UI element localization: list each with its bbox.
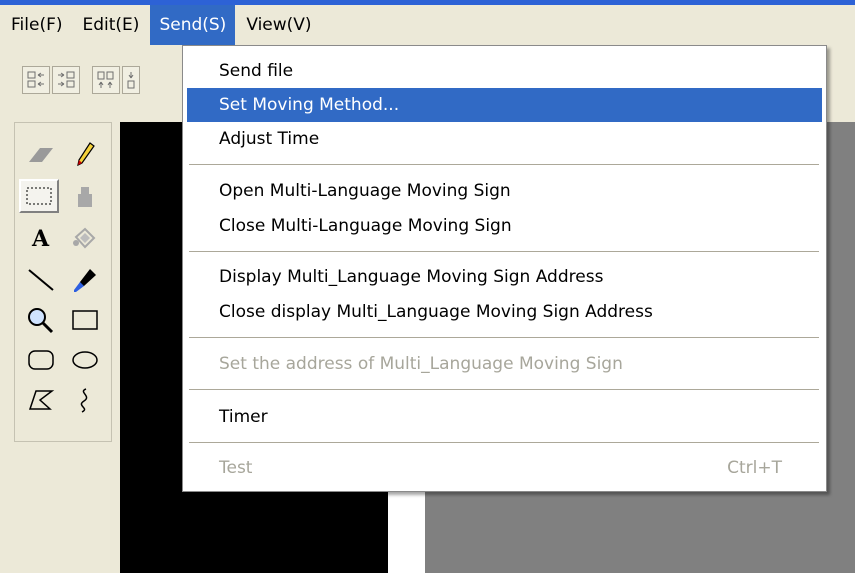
menu-separator bbox=[189, 251, 819, 253]
airbrush-icon bbox=[78, 187, 92, 207]
tool-rounded-rect[interactable] bbox=[21, 343, 61, 377]
menu-bar: File(F) Edit(E) Send(S) View(V) bbox=[0, 5, 855, 45]
menu-item-test: Test Ctrl+T bbox=[187, 451, 822, 485]
menu-item-send-file[interactable]: Send file bbox=[187, 54, 822, 88]
menu-item-close-display-sign-address[interactable]: Close display Multi_Language Moving Sign… bbox=[187, 295, 822, 329]
tool-rectangle[interactable] bbox=[65, 303, 105, 337]
menu-item-adjust-time[interactable]: Adjust Time bbox=[187, 122, 822, 156]
align-toolbar bbox=[0, 56, 190, 106]
tool-palette: A bbox=[14, 122, 112, 442]
tool-fill[interactable] bbox=[65, 221, 105, 255]
menu-item-set-moving-method[interactable]: Set Moving Method... bbox=[187, 88, 822, 122]
text-icon: A bbox=[31, 226, 50, 251]
align-top-icon bbox=[97, 71, 114, 88]
align-bottom-button[interactable] bbox=[122, 66, 140, 94]
align-right-button[interactable] bbox=[52, 66, 80, 94]
tool-line[interactable] bbox=[21, 263, 61, 297]
menu-send[interactable]: Send(S) bbox=[150, 5, 236, 45]
tool-polygon[interactable] bbox=[21, 383, 61, 417]
menu-item-set-sign-address: Set the address of Multi_Language Moving… bbox=[219, 354, 623, 374]
menu-separator bbox=[189, 442, 819, 444]
eraser-icon bbox=[29, 148, 53, 162]
tool-ellipse[interactable] bbox=[65, 343, 105, 377]
align-top-button[interactable] bbox=[92, 66, 120, 94]
menu-view[interactable]: View(V) bbox=[237, 5, 320, 45]
tool-eraser[interactable] bbox=[21, 137, 61, 171]
menu-item-timer[interactable]: Timer bbox=[187, 400, 822, 434]
menu-item-test-label: Test bbox=[219, 458, 253, 478]
rect-select-icon bbox=[26, 187, 52, 205]
tool-rect-select[interactable] bbox=[19, 179, 59, 213]
pencil-icon bbox=[77, 142, 95, 167]
ellipse-icon bbox=[72, 351, 98, 369]
color-picker-icon bbox=[74, 269, 96, 292]
menu-separator bbox=[189, 164, 819, 166]
rectangle-icon bbox=[72, 310, 98, 330]
menu-separator bbox=[189, 389, 819, 391]
menu-item-test-shortcut: Ctrl+T bbox=[727, 458, 782, 478]
fill-icon bbox=[73, 227, 96, 249]
svg-text:A: A bbox=[31, 226, 50, 251]
curve-icon bbox=[80, 388, 88, 413]
magnifier-icon bbox=[28, 308, 54, 334]
tool-color-picker[interactable] bbox=[65, 263, 105, 297]
menu-edit[interactable]: Edit(E) bbox=[74, 5, 149, 45]
menu-item-close-moving-sign[interactable]: Close Multi-Language Moving Sign bbox=[187, 209, 822, 243]
align-bottom-icon bbox=[127, 72, 135, 89]
tool-magnifier[interactable] bbox=[21, 303, 61, 337]
tool-curve[interactable] bbox=[65, 383, 105, 417]
polygon-icon bbox=[28, 390, 55, 410]
send-menu-dropdown: Send file Set Moving Method... Adjust Ti… bbox=[182, 45, 827, 492]
menu-item-display-sign-address[interactable]: Display Multi_Language Moving Sign Addre… bbox=[187, 260, 822, 294]
menu-item-open-moving-sign[interactable]: Open Multi-Language Moving Sign bbox=[187, 174, 822, 208]
line-icon bbox=[28, 269, 54, 291]
align-left-icon bbox=[27, 71, 44, 88]
align-left-button[interactable] bbox=[22, 66, 50, 94]
rounded-rect-icon bbox=[28, 350, 54, 370]
tool-airbrush[interactable] bbox=[65, 179, 105, 213]
menu-separator bbox=[189, 337, 819, 339]
menu-file[interactable]: File(F) bbox=[2, 5, 72, 45]
tool-text[interactable]: A bbox=[21, 221, 61, 255]
tool-pencil[interactable] bbox=[65, 137, 105, 171]
align-right-icon bbox=[58, 71, 75, 88]
